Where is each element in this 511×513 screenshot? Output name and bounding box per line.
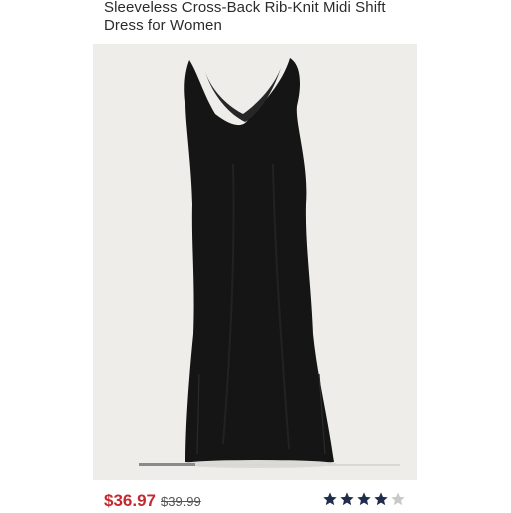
image-carousel-scrollbar[interactable] — [139, 463, 400, 466]
dress-image-icon — [181, 58, 337, 468]
product-title: Sleeveless Cross-Back Rib-Knit Midi Shif… — [104, 0, 386, 34]
star-icon — [340, 492, 354, 506]
carousel-scroll-thumb[interactable] — [139, 463, 195, 466]
star-icon — [323, 492, 337, 506]
regular-price: $39.99 — [161, 494, 201, 509]
star-icon — [357, 492, 371, 506]
star-rating[interactable] — [322, 491, 406, 511]
sale-price: $36.97 — [104, 491, 156, 510]
product-image[interactable] — [93, 44, 417, 480]
star-icon — [391, 492, 405, 506]
star-icon — [374, 492, 388, 506]
price-row: $36.97 $39.99 — [104, 491, 201, 513]
